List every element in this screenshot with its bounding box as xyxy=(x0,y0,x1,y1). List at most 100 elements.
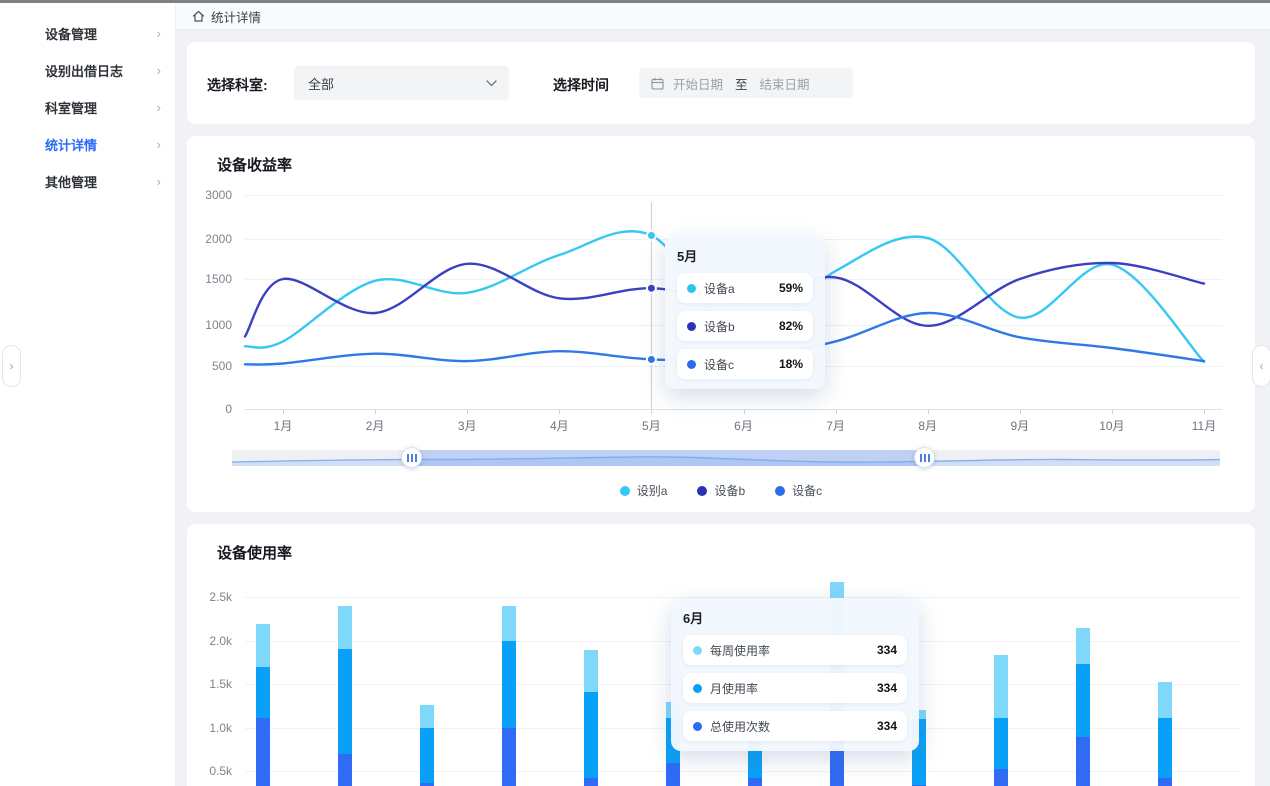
tooltip-row: 月使用率334 xyxy=(683,673,907,703)
tooltip-series-name: 设备b xyxy=(704,318,765,335)
start-date-input[interactable]: 开始日期 xyxy=(673,74,723,93)
tooltip-row: 设备b 82% xyxy=(677,311,813,341)
revenue-chart-card: 设备收益率 300020001500100050001月2月3月4月5月6月7月… xyxy=(187,136,1255,512)
legend-item[interactable]: 设备c xyxy=(775,482,822,499)
bar-stack[interactable] xyxy=(256,624,270,786)
y-axis-label: 0.5k xyxy=(192,764,232,778)
chevron-right-icon: › xyxy=(157,63,161,78)
bar-segment xyxy=(994,718,1008,769)
y-axis-label: 2.0k xyxy=(192,634,232,648)
sidebar-item-other-management[interactable]: 其他管理 › xyxy=(0,163,175,200)
tooltip-series-name: 每周使用率 xyxy=(710,642,863,659)
tooltip-series-name: 设备a xyxy=(704,280,765,297)
tooltip-series-value: 334 xyxy=(877,643,897,657)
pointer-dot xyxy=(647,231,656,240)
chevron-right-icon: › xyxy=(157,137,161,152)
left-panel-toggle[interactable]: › xyxy=(2,345,21,387)
bar-stack[interactable] xyxy=(502,606,516,786)
calendar-icon xyxy=(651,77,664,90)
brush-selected-range[interactable] xyxy=(412,450,925,466)
sidebar-menu: 设备管理 › 设别出借日志 › 科室管理 › 统计详情 › 其他管理 › xyxy=(0,3,175,200)
tooltip-series-name: 设备c xyxy=(704,356,765,373)
bar-stack[interactable] xyxy=(420,705,434,786)
tooltip-series-value: 334 xyxy=(877,681,897,695)
bar-segment xyxy=(584,778,598,786)
filter-card: 选择科室: 全部 选择时间 开始日期 至 结束日期 xyxy=(187,42,1255,124)
tooltip-series-value: 82% xyxy=(779,319,803,333)
tooltip-dot xyxy=(693,722,702,731)
data-zoom-brush[interactable] xyxy=(232,450,1220,466)
breadcrumb: 统计详情 xyxy=(175,3,1270,30)
revenue-chart-tooltip: 5月 设备a 59% 设备b 82% 设备c 18% xyxy=(665,236,825,389)
sidebar-item-department-management[interactable]: 科室管理 › xyxy=(0,89,175,126)
bar-segment xyxy=(256,624,270,667)
time-filter-label: 选择时间 xyxy=(553,75,609,95)
tooltip-row: 设备c 18% xyxy=(677,349,813,379)
sidebar-item-label: 科室管理 xyxy=(45,98,97,117)
y-axis-label: 1.5k xyxy=(192,677,232,691)
legend-item[interactable]: 设别a xyxy=(620,482,668,499)
gridline xyxy=(245,771,1240,772)
bar-segment xyxy=(666,763,680,786)
bar-segment xyxy=(502,641,516,728)
bar-segment xyxy=(338,649,352,754)
app-window: 设备管理 › 设别出借日志 › 科室管理 › 统计详情 › 其他管理 › › xyxy=(0,0,1270,786)
revenue-chart-legend: 设别a 设备b 设备c xyxy=(187,482,1255,499)
bar-segment xyxy=(338,754,352,786)
chevron-down-icon xyxy=(486,80,497,87)
bar-segment xyxy=(256,667,270,717)
bar-stack[interactable] xyxy=(584,650,598,786)
date-range-picker[interactable]: 开始日期 至 结束日期 xyxy=(639,68,853,98)
legend-dot xyxy=(620,486,630,496)
department-select[interactable]: 全部 xyxy=(294,66,509,100)
bar-segment xyxy=(1158,718,1172,777)
end-date-input[interactable]: 结束日期 xyxy=(760,74,810,93)
bar-stack[interactable] xyxy=(338,606,352,786)
window-top-border xyxy=(0,0,1270,3)
usage-chart-card: 设备使用率 2.5k2.0k1.5k1.0k0.5k 6月 每周使用率334月使… xyxy=(187,524,1255,786)
sidebar-item-label: 设别出借日志 xyxy=(45,61,123,80)
bar-segment xyxy=(256,718,270,786)
right-panel-toggle[interactable]: ‹ xyxy=(1252,345,1270,387)
tooltip-month: 6月 xyxy=(683,608,907,627)
legend-label: 设备b xyxy=(714,482,745,499)
chevron-right-icon: › xyxy=(157,100,161,115)
bar-segment xyxy=(1076,664,1090,736)
tooltip-series-name: 总使用次数 xyxy=(710,718,863,735)
bar-stack[interactable] xyxy=(1076,628,1090,786)
brush-handle-right[interactable] xyxy=(914,447,935,468)
department-filter-label: 选择科室: xyxy=(207,75,268,95)
sidebar-item-device-management[interactable]: 设备管理 › xyxy=(0,15,175,52)
chevron-left-icon: ‹ xyxy=(1260,359,1264,373)
tooltip-row: 每周使用率 334 xyxy=(683,635,907,665)
pointer-dot xyxy=(647,284,656,293)
tooltip-series-value: 18% xyxy=(779,357,803,371)
bar-segment xyxy=(748,778,762,786)
home-icon xyxy=(192,10,205,23)
sidebar-item-label: 统计详情 xyxy=(45,135,97,154)
usage-chart-title: 设备使用率 xyxy=(217,542,292,563)
chevron-right-icon: › xyxy=(157,26,161,41)
breadcrumb-label: 统计详情 xyxy=(211,7,261,26)
sidebar-item-statistics[interactable]: 统计详情 › xyxy=(0,126,175,163)
date-range-separator: 至 xyxy=(735,74,748,93)
bar-segment xyxy=(1158,778,1172,786)
bar-segment xyxy=(584,650,598,693)
y-axis-label: 2.5k xyxy=(192,590,232,604)
bar-segment xyxy=(1076,737,1090,786)
legend-item[interactable]: 设备b xyxy=(697,482,745,499)
bar-segment xyxy=(502,728,516,786)
legend-dot xyxy=(697,486,707,496)
bar-segment xyxy=(1076,628,1090,665)
tooltip-month: 5月 xyxy=(677,246,813,265)
sidebar-item-lending-log[interactable]: 设别出借日志 › xyxy=(0,52,175,89)
legend-label: 设别a xyxy=(637,482,668,499)
tooltip-dot xyxy=(687,360,696,369)
bar-stack[interactable] xyxy=(1158,682,1172,786)
usage-chart-tooltip: 6月 每周使用率334月使用率334总使用次数334 xyxy=(671,598,919,751)
sidebar-item-label: 设备管理 xyxy=(45,24,97,43)
bar-stack[interactable] xyxy=(994,655,1008,786)
sidebar: 设备管理 › 设别出借日志 › 科室管理 › 统计详情 › 其他管理 › xyxy=(0,3,176,786)
tooltip-series-value: 59% xyxy=(779,281,803,295)
chevron-right-icon: › xyxy=(10,359,14,373)
